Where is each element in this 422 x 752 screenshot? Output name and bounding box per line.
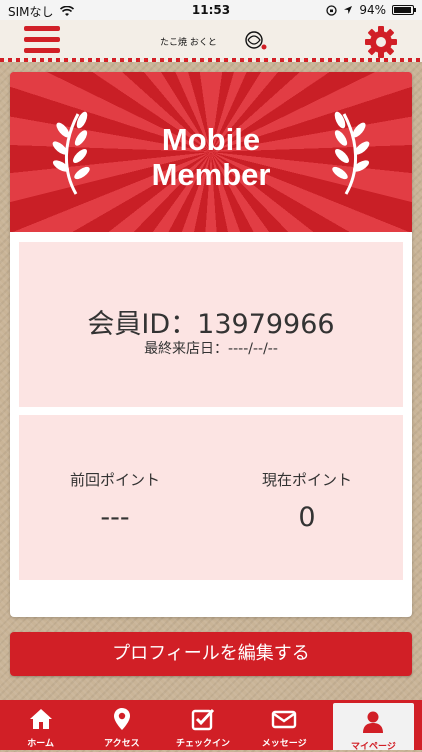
- mail-icon: [272, 710, 297, 729]
- home-icon: [29, 709, 52, 729]
- tab-checkin-label: チェックイン: [176, 739, 231, 749]
- previous-points: 前回ポイント ---: [19, 469, 211, 533]
- member-card: Mobile Member 会員ID：13979966 最終来店日：----/-…: [10, 72, 412, 617]
- current-points: 現在ポイント 0: [211, 469, 403, 533]
- current-points-value: 0: [298, 502, 316, 533]
- tab-access[interactable]: アクセス: [81, 700, 162, 750]
- tab-home-label: ホーム: [27, 739, 54, 749]
- mobile-member-banner: Mobile Member: [10, 72, 412, 232]
- tab-home[interactable]: ホーム: [0, 700, 81, 750]
- bottom-tab-bar: ホーム アクセス チェックイン メッセージ マイページ: [0, 700, 422, 752]
- edit-profile-button[interactable]: プロフィールを編集する: [10, 632, 412, 676]
- member-id: 会員ID：13979966: [87, 309, 335, 340]
- location-arrow-icon: [344, 6, 353, 14]
- hamburger-icon-bar: [24, 37, 60, 42]
- current-points-label: 現在ポイント: [261, 471, 352, 489]
- points-panel: 前回ポイント --- 現在ポイント 0: [19, 415, 403, 580]
- user-icon: [363, 711, 384, 733]
- checkin-icon: [191, 708, 215, 731]
- app-header: たこ焼 おくと: [0, 20, 422, 62]
- map-pin-icon: [113, 708, 130, 730]
- tab-mypage-label: マイページ: [351, 742, 396, 752]
- laurel-right-icon: [332, 111, 370, 195]
- tab-message-label: メッセージ: [261, 739, 307, 749]
- status-bar: SIMなし 11:53 94%: [0, 0, 422, 20]
- tab-checkin[interactable]: チェックイン: [162, 700, 243, 750]
- tab-access-label: アクセス: [104, 739, 140, 749]
- tab-mypage[interactable]: マイページ: [332, 703, 415, 752]
- battery-fill: [394, 7, 411, 13]
- hamburger-icon: [24, 26, 60, 31]
- logo-text: たこ焼 おくと: [160, 37, 217, 48]
- battery-icon: [392, 5, 416, 15]
- tab-message[interactable]: メッセージ: [244, 700, 325, 750]
- hamburger-icon-bar: [24, 48, 60, 53]
- menu-button[interactable]: [24, 26, 60, 54]
- settings-gear-icon[interactable]: [364, 25, 398, 59]
- status-right-group: 94%: [326, 3, 416, 17]
- member-info-panel: 会員ID：13979966 最終来店日：----/--/--: [19, 242, 403, 407]
- last-visit-date: 最終来店日：----/--/--: [144, 341, 278, 357]
- orientation-lock-icon: [326, 4, 337, 16]
- previous-points-value: ---: [100, 502, 130, 533]
- brand-logo: たこ焼 おくと: [160, 31, 267, 50]
- previous-points-label: 前回ポイント: [69, 471, 160, 489]
- battery-percent: 94%: [359, 3, 386, 17]
